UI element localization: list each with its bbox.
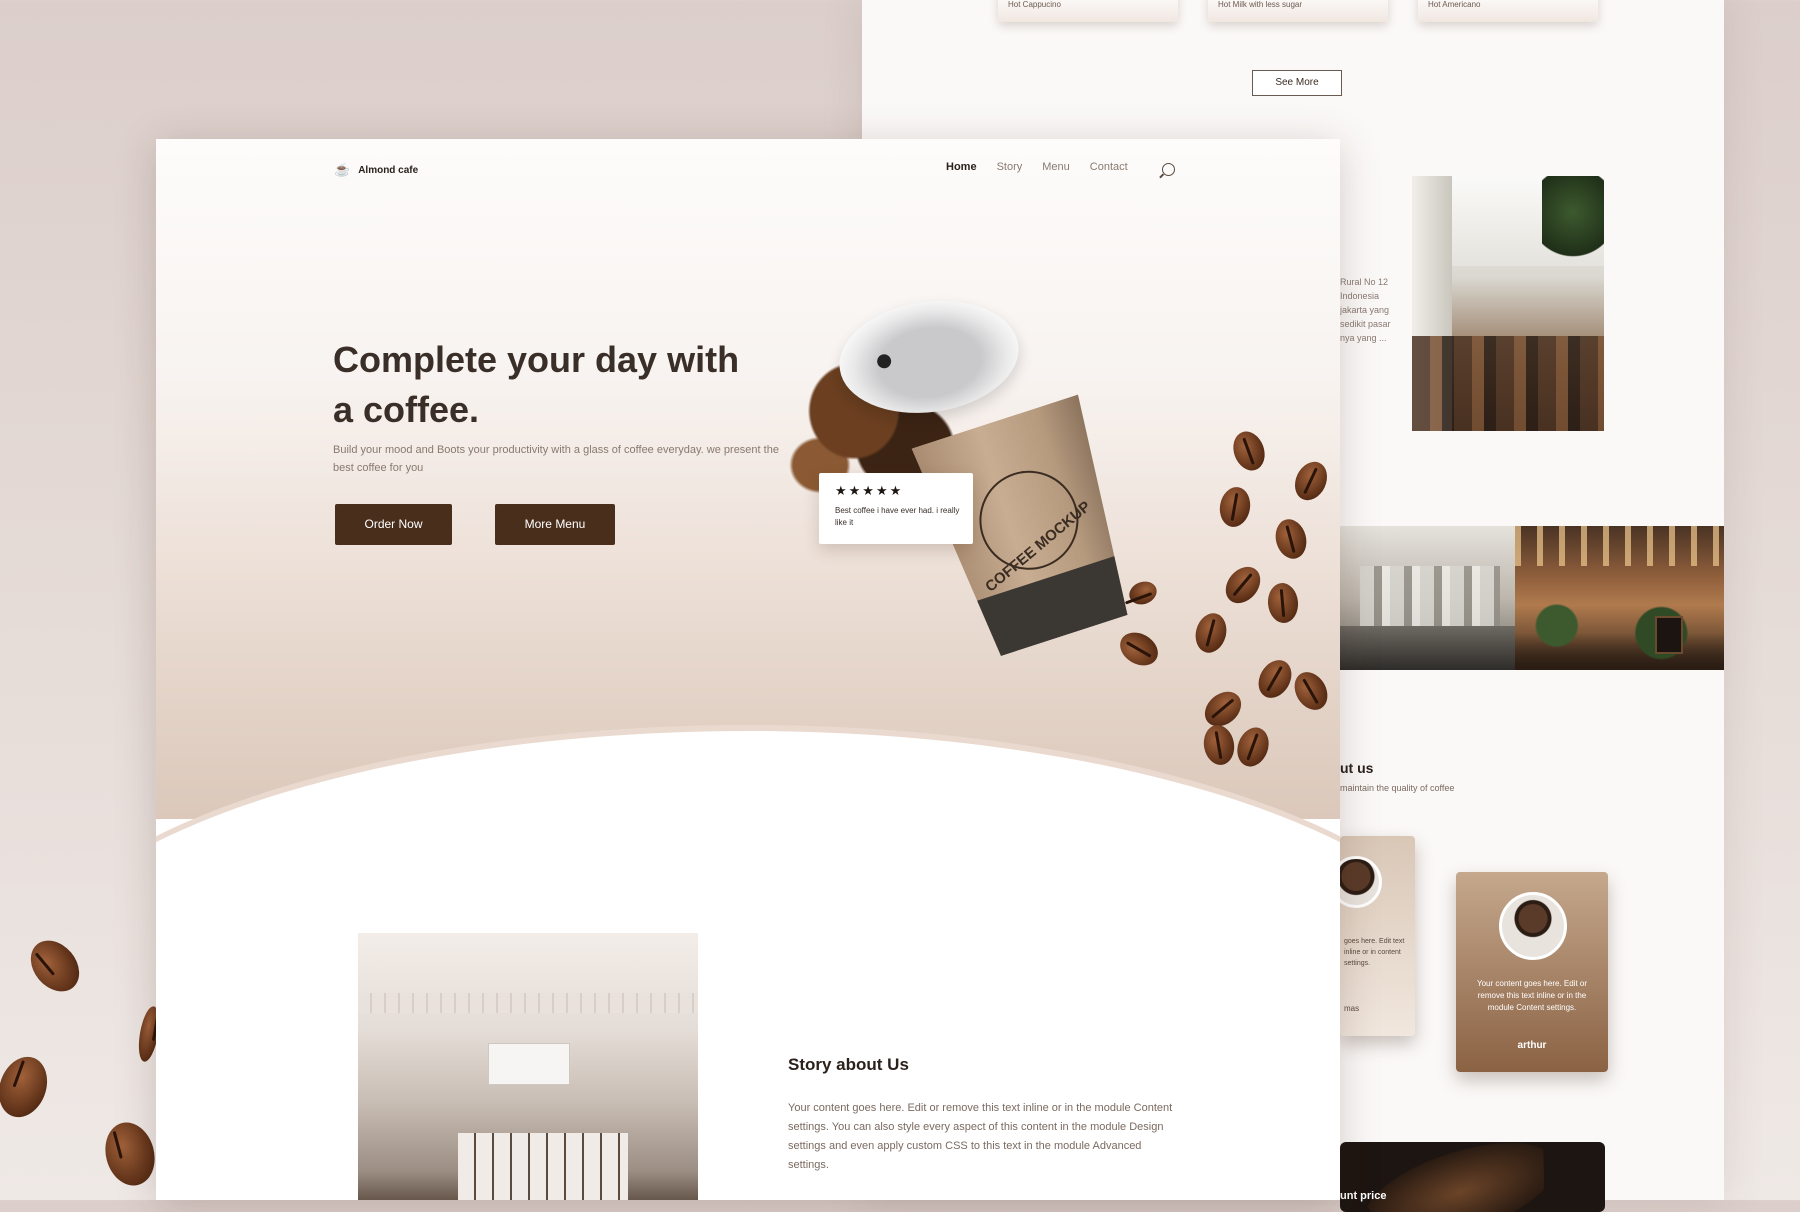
photo-counter <box>1340 626 1515 670</box>
more-menu-button[interactable]: More Menu <box>495 504 615 545</box>
brand-name: Almond cafe <box>358 164 419 176</box>
hero-headline: Complete your day with a coffee. <box>333 339 740 430</box>
photo-windows <box>458 1133 628 1200</box>
menu-card[interactable]: Hot Milk with less sugar <box>1208 0 1388 22</box>
testimonial-name: arthur <box>1517 1040 1547 1051</box>
cafe-story-photo <box>358 933 698 1200</box>
menu-card-label: Hot Cappucino <box>1008 0 1061 9</box>
rating-stars-icon: ★★★★★ <box>835 483 904 498</box>
photo-plants <box>1515 596 1724 670</box>
menu-card-label: Hot Americano <box>1428 0 1481 9</box>
testimonial-card[interactable]: Your content goes here. Edit or remove t… <box>1456 872 1608 1072</box>
review-card: ★★★★★ Best coffee i have ever had. i rea… <box>819 473 973 544</box>
lid-hole <box>876 353 893 370</box>
nav-item-home[interactable]: Home <box>946 161 977 173</box>
testimonial-card[interactable]: goes here. Edit text inline or in conten… <box>1340 836 1415 1036</box>
about-subtitle: maintain the quality of coffee <box>1340 783 1455 793</box>
avatar <box>1499 892 1567 960</box>
brand-logo[interactable]: ☕ Almond cafe <box>334 162 418 178</box>
photo-ac-vent <box>488 1043 570 1085</box>
coffee-bean-image <box>0 1050 56 1124</box>
avatar <box>1340 856 1382 908</box>
photo-pipes <box>358 993 698 1013</box>
street-cafe-photo <box>1515 526 1724 670</box>
hero-subtitle: Build your mood and Boots your productiv… <box>333 444 779 474</box>
front-page-preview: ☕ Almond cafe Home Story Menu Contact Co… <box>156 139 1340 1200</box>
nav-item-menu[interactable]: Menu <box>1042 161 1070 173</box>
main-nav: Home Story Menu Contact <box>946 161 1128 173</box>
testimonial-name: mas <box>1344 1004 1360 1013</box>
nav-item-contact[interactable]: Contact <box>1090 161 1128 173</box>
coffee-bean-image <box>98 1116 162 1192</box>
order-now-button[interactable]: Order Now <box>335 504 452 545</box>
menu-card[interactable]: Hot Americano <box>1418 0 1598 22</box>
nav-item-story[interactable]: Story <box>997 161 1023 173</box>
coffee-cup-icon: ☕ <box>334 162 351 177</box>
photo-chalkboard-sign <box>1655 616 1683 654</box>
photo-machines <box>1360 566 1500 626</box>
search-icon[interactable] <box>1162 163 1175 176</box>
story-body: Your content goes here. Edit or remove t… <box>788 1102 1173 1171</box>
menu-card-label: Hot Milk with less sugar <box>1218 0 1303 9</box>
photo-tables <box>1412 336 1604 431</box>
about-title: ut us <box>1340 760 1374 776</box>
see-more-button[interactable]: See More <box>1252 70 1342 96</box>
hero-section <box>156 139 1340 819</box>
story-snippet-text: Rural No 12 Indonesia jakarta yang sedik… <box>1340 277 1391 343</box>
story-title: Story about Us <box>788 1055 909 1074</box>
coffee-bar-photo <box>1340 526 1515 670</box>
photo-lights <box>1515 526 1724 566</box>
coffee-bean-image <box>20 931 90 1001</box>
menu-card[interactable]: Hot Cappucino <box>998 0 1178 22</box>
price-card-label: unt price <box>1340 1190 1387 1202</box>
testimonial-text: goes here. Edit text inline or in conten… <box>1344 938 1405 967</box>
cafe-interior-photo <box>1412 176 1604 431</box>
review-text: Best coffee i have ever had. i really li… <box>835 506 960 527</box>
photo-plant <box>1542 176 1604 266</box>
testimonial-text: Your content goes here. Edit or remove t… <box>1477 979 1587 1012</box>
